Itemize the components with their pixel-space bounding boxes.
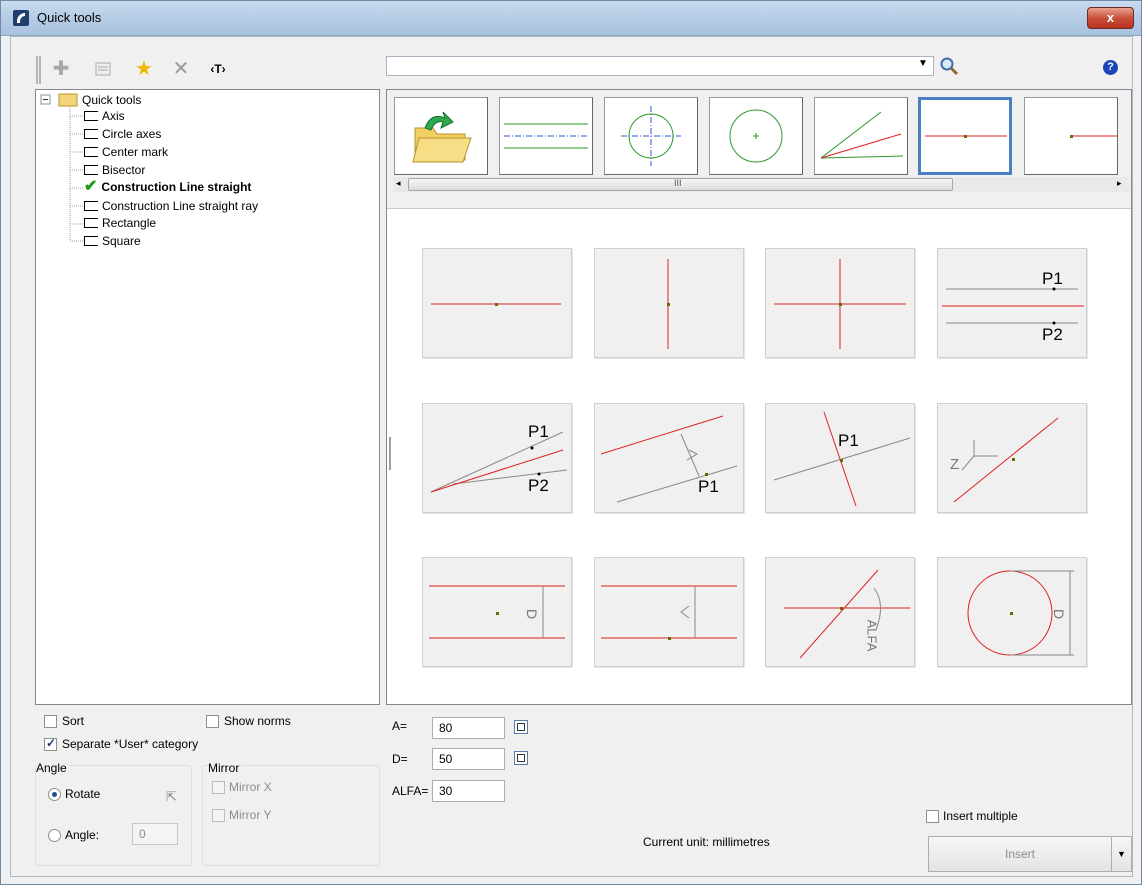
param-alfa-label: ALFA= xyxy=(392,784,429,798)
param-d-input[interactable]: 50 xyxy=(432,748,505,770)
param-d-label: D= xyxy=(392,752,408,766)
variant-parallel-angle[interactable] xyxy=(594,557,744,667)
param-a-input[interactable]: 80 xyxy=(432,717,505,739)
check-icon: ✔ xyxy=(84,178,98,195)
angle-group-label: Angle xyxy=(36,761,69,775)
mirror-x-checkbox[interactable] xyxy=(212,781,225,794)
scroll-grip: III xyxy=(674,178,682,188)
tree-item-axis[interactable]: Axis xyxy=(84,107,125,125)
pick-d-icon[interactable] xyxy=(514,751,528,765)
favorite-star-icon[interactable]: ★ xyxy=(133,58,155,80)
text-tag-icon[interactable]: ‹T› xyxy=(207,58,229,80)
thumb-construction-line-straight[interactable] xyxy=(918,97,1012,175)
label-p1: P1 xyxy=(1042,269,1063,288)
tree-item-construction-line-straight-ray[interactable]: Construction Line straight ray xyxy=(84,197,258,215)
param-alfa-input[interactable]: 30 xyxy=(432,780,505,802)
scroll-right-arrow-icon[interactable]: ▸ xyxy=(1117,178,1122,189)
thumb-axis[interactable] xyxy=(499,97,593,175)
variant-vertical[interactable] xyxy=(594,248,744,358)
mirror-y-checkbox[interactable] xyxy=(212,809,225,822)
search-combo[interactable] xyxy=(386,56,934,76)
variant-bisector-points[interactable]: P1 P2 xyxy=(422,403,572,513)
variant-horizontal[interactable] xyxy=(422,248,572,358)
thumb-open-folder[interactable] xyxy=(394,97,488,175)
label-p2: P2 xyxy=(528,476,549,495)
separate-user-checkbox[interactable] xyxy=(44,736,57,751)
tool-icon xyxy=(84,201,98,211)
current-unit-text: Current unit: millimetres xyxy=(643,835,770,849)
label-d: D xyxy=(1051,608,1068,620)
search-icon[interactable] xyxy=(939,56,959,76)
grip-icon xyxy=(36,56,41,84)
label-p1: P1 xyxy=(838,431,859,450)
scrollbar-thumb[interactable]: III xyxy=(408,178,953,191)
tool-icon xyxy=(84,218,98,228)
label-p1: P1 xyxy=(698,477,719,496)
thumb-construction-line-straight-ray[interactable] xyxy=(1024,97,1118,175)
angle-group xyxy=(35,765,192,866)
cursor-pick-icon[interactable]: ⇱ xyxy=(166,789,177,805)
sort-checkbox[interactable] xyxy=(44,715,57,728)
sort-label: Sort xyxy=(62,714,85,728)
plus-icon[interactable]: ✚ xyxy=(50,58,72,80)
param-a-label: A= xyxy=(392,719,408,733)
help-icon[interactable]: ? xyxy=(1103,60,1118,75)
variant-circle-tangent[interactable]: D xyxy=(937,557,1087,667)
tree-item-circle-axes[interactable]: Circle axes xyxy=(84,125,161,143)
rotate-radio[interactable] xyxy=(48,788,61,801)
insert-multiple-label: Insert multiple xyxy=(943,809,1018,823)
variant-two-points-parallel[interactable]: P1 P2 xyxy=(937,248,1087,358)
label-p2: P2 xyxy=(1042,325,1063,344)
insert-button[interactable]: Insert xyxy=(928,836,1112,872)
chevron-down-icon[interactable]: ▼ xyxy=(918,58,928,69)
insert-dropdown-chevron-icon[interactable]: ▼ xyxy=(1111,836,1132,872)
angle-label: Angle: xyxy=(65,828,100,842)
show-norms-label: Show norms xyxy=(224,714,291,728)
tree-item-square[interactable]: Square xyxy=(84,232,141,250)
variant-parallel-offset[interactable]: P1 xyxy=(594,403,744,513)
mirror-x-label: Mirror X xyxy=(229,780,272,794)
label-d: D xyxy=(524,608,541,620)
rotate-label: Rotate xyxy=(65,787,101,801)
label-p1: P1 xyxy=(528,422,549,441)
label-z: Z xyxy=(950,456,960,473)
variant-parallel-distance[interactable]: D xyxy=(422,557,572,667)
tool-icon xyxy=(84,147,98,157)
variant-perpendicular-point[interactable]: P1 xyxy=(765,403,915,513)
show-norms-checkbox[interactable] xyxy=(206,715,219,728)
tree-item-bisector[interactable]: Bisector xyxy=(84,161,145,179)
delete-x-icon[interactable]: ✕ xyxy=(170,58,192,80)
title-bar[interactable]: Quick tools x xyxy=(1,1,1141,36)
angle-input[interactable]: 0 xyxy=(132,823,178,845)
separate-user-label: Separate *User* category xyxy=(62,737,199,751)
angle-radio[interactable] xyxy=(48,829,61,842)
mirror-group-label: Mirror xyxy=(208,761,242,775)
variant-angle-z[interactable]: Z xyxy=(937,403,1087,513)
thumb-circle-axes[interactable] xyxy=(604,97,698,175)
tool-icon xyxy=(84,236,98,246)
mirror-y-label: Mirror Y xyxy=(229,808,272,822)
tool-icon xyxy=(84,129,98,139)
thumb-bisector[interactable] xyxy=(814,97,908,175)
close-button[interactable]: x xyxy=(1087,7,1134,29)
scroll-left-arrow-icon[interactable]: ◂ xyxy=(396,178,401,189)
label-alfa: ALFA xyxy=(864,619,880,652)
tree-item-construction-line-straight[interactable]: ✔ Construction Line straight xyxy=(84,178,251,196)
properties-icon[interactable] xyxy=(92,58,114,80)
pick-a-icon[interactable] xyxy=(514,720,528,734)
tree-item-rectangle[interactable]: Rectangle xyxy=(84,214,156,232)
window-title: Quick tools xyxy=(37,10,102,25)
splitter-handle[interactable] xyxy=(389,437,391,470)
tree-item-center-mark[interactable]: Center mark xyxy=(84,143,168,161)
insert-multiple-checkbox[interactable] xyxy=(926,810,939,823)
thumb-center-mark[interactable] xyxy=(709,97,803,175)
variant-cross[interactable] xyxy=(765,248,915,358)
tool-icon xyxy=(84,111,98,121)
variant-alfa-angle[interactable]: ALFA xyxy=(765,557,915,667)
app-icon xyxy=(13,10,29,26)
tool-icon xyxy=(84,165,98,175)
